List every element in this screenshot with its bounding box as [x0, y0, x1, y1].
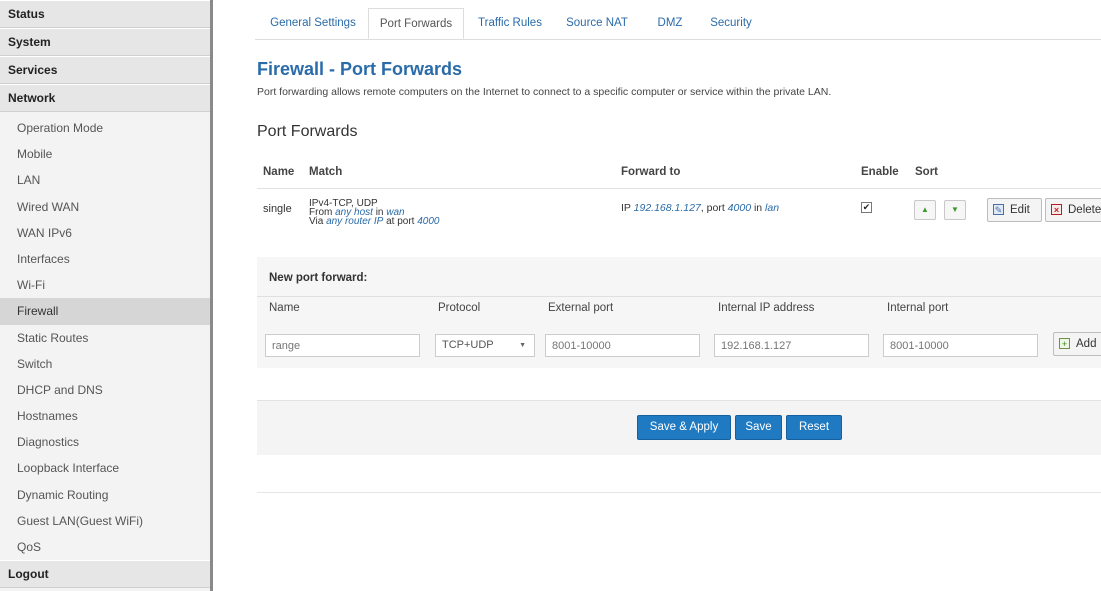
internal-ip-input[interactable]: [714, 334, 869, 357]
tab-traffic-rules[interactable]: Traffic Rules: [474, 8, 546, 38]
sidebar-item-qos[interactable]: QoS: [0, 534, 210, 560]
fwd-in-text: in: [751, 202, 766, 214]
delete-label: Delete: [1068, 204, 1101, 216]
fwd-port-link[interactable]: 4000: [728, 202, 751, 214]
sidebar-item-dynamic-routing[interactable]: Dynamic Routing: [0, 482, 210, 508]
protocol-select[interactable]: TCP+UDP ▼: [435, 334, 535, 357]
sidebar-item-loopback-interface[interactable]: Loopback Interface: [0, 455, 210, 481]
tab-dmz[interactable]: DMZ: [652, 8, 688, 38]
new-header-name: Name: [269, 302, 300, 314]
match-at-port-text: at port: [383, 216, 418, 227]
col-header-enable: Enable: [861, 166, 899, 178]
save-button[interactable]: Save: [735, 415, 782, 440]
sidebar-item-static-routes[interactable]: Static Routes: [0, 325, 210, 351]
delete-button[interactable]: × Delete: [1045, 198, 1101, 222]
edit-button[interactable]: ✎ Edit: [987, 198, 1042, 222]
sidebar-item-wired-wan[interactable]: Wired WAN: [0, 194, 210, 220]
rule-forward-to: IP 192.168.1.127, port 4000 in lan: [621, 202, 779, 214]
col-header-sort: Sort: [915, 166, 938, 178]
table-header-divider: [257, 188, 1101, 189]
fwd-ip-link[interactable]: 192.168.1.127: [634, 202, 701, 214]
new-name-input[interactable]: [265, 334, 420, 357]
sidebar-item-wifi[interactable]: Wi-Fi: [0, 272, 210, 298]
add-label: Add: [1076, 338, 1097, 350]
external-port-input[interactable]: [545, 334, 700, 357]
sidebar-item-dhcp-dns[interactable]: DHCP and DNS: [0, 377, 210, 403]
edit-icon: ✎: [993, 204, 1004, 215]
match-port-link[interactable]: 4000: [417, 216, 439, 227]
new-port-forward-divider: [257, 296, 1101, 297]
sidebar-item-hostnames[interactable]: Hostnames: [0, 403, 210, 429]
sidebar-item-services[interactable]: Services: [0, 56, 210, 84]
match-via-prefix: Via: [309, 216, 327, 227]
rule-name: single: [263, 203, 292, 215]
sidebar-item-diagnostics[interactable]: Diagnostics: [0, 429, 210, 455]
new-header-internal-ip: Internal IP address: [718, 302, 815, 314]
tab-port-forwards[interactable]: Port Forwards: [368, 8, 464, 39]
fwd-zone-link[interactable]: lan: [765, 202, 779, 214]
sidebar-item-firewall[interactable]: Firewall: [0, 298, 210, 325]
sidebar-item-network[interactable]: Network: [0, 84, 210, 112]
new-header-protocol: Protocol: [438, 302, 481, 314]
section-title: Port Forwards: [257, 123, 358, 140]
new-port-forward-title: New port forward:: [269, 272, 368, 284]
actions-bar: Save & Apply Save Reset: [257, 401, 1101, 455]
sidebar-item-operation-mode[interactable]: Operation Mode: [0, 115, 210, 141]
add-icon: +: [1059, 338, 1070, 349]
new-header-internal-port: Internal port: [887, 302, 949, 314]
sidebar-item-system[interactable]: System: [0, 28, 210, 56]
page-description: Port forwarding allows remote computers …: [257, 86, 832, 98]
tab-source-nat[interactable]: Source NAT: [561, 8, 633, 38]
enable-checkbox[interactable]: ✔: [861, 202, 872, 213]
sidebar: Status System Services Network Operation…: [0, 0, 210, 591]
add-button[interactable]: + Add: [1053, 332, 1101, 356]
new-port-forward-panel: New port forward: Name Protocol External…: [257, 257, 1101, 368]
internal-port-input[interactable]: [883, 334, 1038, 357]
sidebar-item-mobile[interactable]: Mobile: [0, 141, 210, 167]
match-via-ip-link[interactable]: any router IP: [326, 216, 383, 227]
tab-bar: General Settings Port Forwards Traffic R…: [255, 8, 1101, 40]
protocol-select-value: TCP+UDP: [442, 339, 494, 351]
sidebar-item-lan[interactable]: LAN: [0, 167, 210, 193]
rule-match-via: Via any router IP at port 4000: [309, 217, 439, 227]
arrow-down-icon: ▼: [951, 205, 959, 214]
sidebar-item-interfaces[interactable]: Interfaces: [0, 246, 210, 272]
arrow-up-icon: ▲: [921, 205, 929, 214]
col-header-forward-to: Forward to: [621, 166, 681, 178]
fwd-ip-prefix: IP: [621, 202, 634, 214]
delete-icon: ×: [1051, 204, 1062, 215]
sidebar-item-guest-lan[interactable]: Guest LAN(Guest WiFi): [0, 508, 210, 534]
col-header-name: Name: [263, 166, 295, 178]
move-up-button[interactable]: ▲: [914, 200, 936, 220]
sidebar-item-status[interactable]: Status: [0, 0, 210, 28]
actions-divider-bottom: [257, 492, 1101, 493]
edit-label: Edit: [1010, 204, 1030, 216]
sidebar-item-wan-ipv6[interactable]: WAN IPv6: [0, 220, 210, 246]
reset-button[interactable]: Reset: [786, 415, 842, 440]
move-down-button[interactable]: ▼: [944, 200, 966, 220]
tab-general-settings[interactable]: General Settings: [263, 8, 363, 38]
sidebar-item-logout[interactable]: Logout: [0, 560, 210, 589]
page-title: Firewall - Port Forwards: [257, 59, 463, 79]
new-header-external-port: External port: [548, 302, 614, 314]
col-header-match: Match: [309, 166, 343, 178]
tab-security[interactable]: Security: [705, 8, 757, 38]
save-apply-button[interactable]: Save & Apply: [637, 415, 731, 440]
fwd-port-prefix: , port: [700, 202, 728, 214]
sidebar-item-switch[interactable]: Switch: [0, 351, 210, 377]
sidebar-divider: [210, 0, 213, 591]
chevron-down-icon: ▼: [519, 342, 526, 349]
